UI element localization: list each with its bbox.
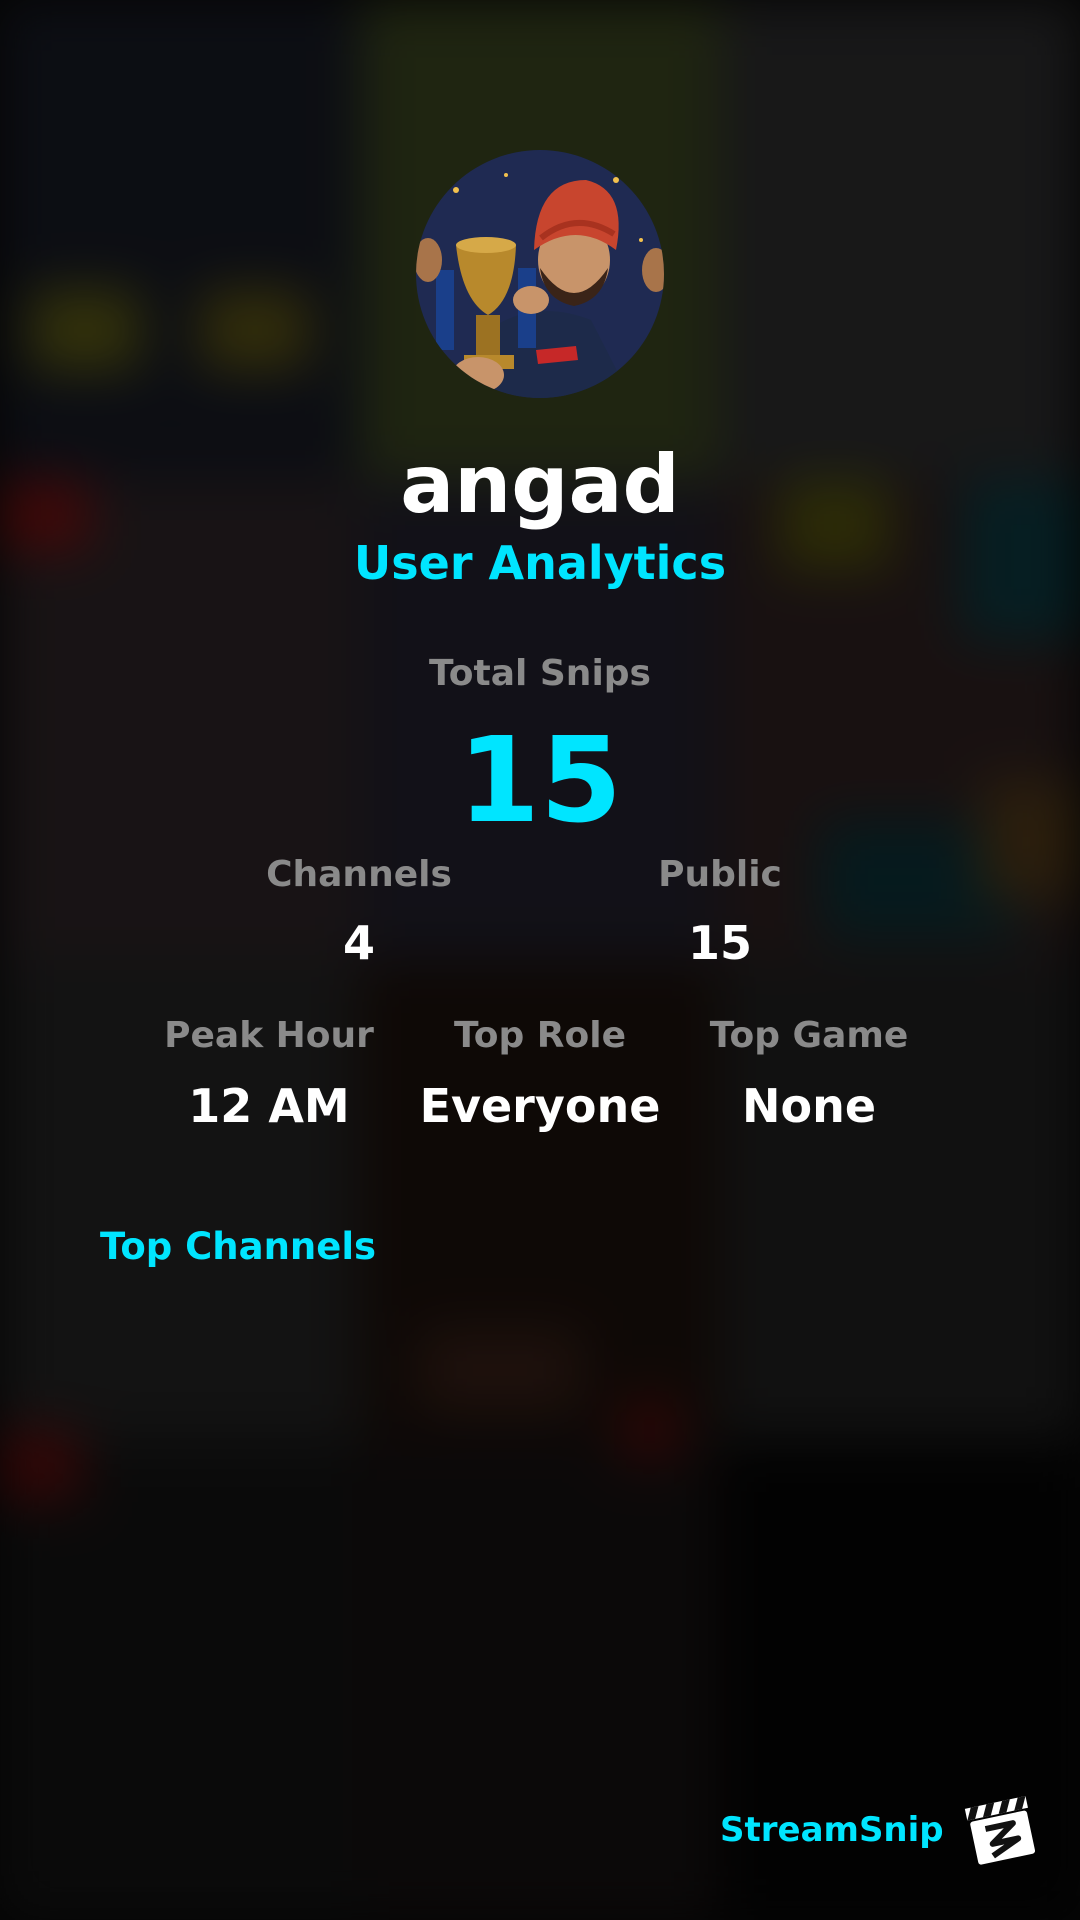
stat-channels: Channels 4 <box>229 853 489 971</box>
stat-value: Everyone <box>419 1079 661 1133</box>
analytics-card: angad User Analytics Total Snips 15 Chan… <box>0 0 1080 1920</box>
stat-value: 12 AM <box>188 1079 350 1133</box>
brand-name: StreamSnip <box>720 1810 944 1850</box>
stat-label: Peak Hour <box>164 1015 374 1056</box>
stat-top-role: Top Role Everyone <box>410 1014 670 1134</box>
stat-peak-hour: Peak Hour 12 AM <box>139 1014 399 1134</box>
stat-value: 4 <box>342 916 375 970</box>
stat-label: Public <box>658 854 782 895</box>
stat-value: 15 <box>687 916 752 970</box>
avatar-illustration <box>416 150 664 398</box>
stat-public: Public 15 <box>590 853 850 971</box>
total-snips-label: Total Snips <box>429 653 651 694</box>
stat-top-game: Top Game None <box>679 1014 939 1134</box>
avatar <box>416 150 664 398</box>
stat-label: Channels <box>266 854 452 895</box>
stat-label: Top Game <box>709 1015 909 1056</box>
clapperboard-logo-icon <box>964 1795 1035 1865</box>
total-snips-value: 15 <box>457 711 623 849</box>
stat-label: Top Role <box>453 1015 627 1056</box>
username: angad <box>400 438 680 531</box>
page-subtitle: User Analytics <box>353 536 727 590</box>
top-channels-heading: Top Channels <box>100 1225 377 1268</box>
stat-value: None <box>741 1079 877 1133</box>
brand-logo: StreamSnip <box>720 1790 1040 1870</box>
